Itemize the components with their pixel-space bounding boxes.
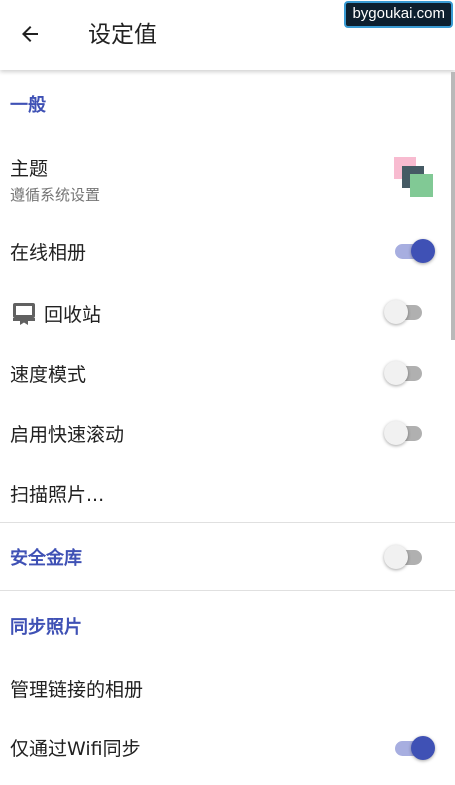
setting-theme[interactable]: 主题 遵循系统设置 [0,140,455,214]
arrow-left-icon [22,26,38,42]
watermark-badge: bygoukai.com [344,1,453,28]
settings-screen: 设定值 bygoukai.com 一般 主题 遵循系统设置 在线相册 回收站 速… [0,0,455,785]
setting-trash-title: 回收站 [44,304,102,326]
setting-scan-photos[interactable]: 扫描照片... [0,470,455,516]
setting-theme-title: 主题 [10,158,49,180]
wifi-only-switch[interactable] [393,735,437,761]
switch-thumb [411,736,435,760]
setting-theme-subtitle: 遵循系统设置 [10,186,101,204]
scrollbar[interactable] [451,72,455,340]
page-title: 设定值 [88,22,157,48]
divider [0,522,455,523]
section-header-sync: 同步照片 [10,617,82,638]
app-bar: 设定值 bygoukai.com [0,0,455,70]
fast-scroll-switch[interactable] [384,420,428,446]
setting-wifi-only[interactable]: 仅通过Wifi同步 [0,724,455,770]
theme-swatch-icon[interactable] [393,157,435,199]
switch-thumb [384,421,408,445]
divider [0,590,455,591]
switch-thumb [384,300,408,324]
trash-bin-icon [13,303,35,325]
section-header-general: 一般 [10,95,46,116]
switch-thumb [384,361,408,385]
speed-mode-switch[interactable] [384,360,428,386]
vault-switch[interactable] [384,544,428,570]
switch-thumb [411,239,435,263]
switch-thumb [384,545,408,569]
setting-online-album-title: 在线相册 [10,242,87,264]
back-button[interactable] [8,12,52,56]
setting-wifi-only-title: 仅通过Wifi同步 [10,738,141,760]
setting-manage-albums[interactable]: 管理链接的相册 [0,665,455,711]
section-header-vault: 安全金库 [10,548,82,569]
setting-speed-mode-title: 速度模式 [10,364,87,386]
trash-switch[interactable] [384,299,428,325]
online-album-switch[interactable] [393,238,437,264]
setting-scan-photos-title: 扫描照片... [10,484,105,506]
setting-fast-scroll-title: 启用快速滚动 [10,424,125,446]
setting-online-album[interactable]: 在线相册 [0,228,455,274]
setting-manage-albums-title: 管理链接的相册 [10,679,144,701]
